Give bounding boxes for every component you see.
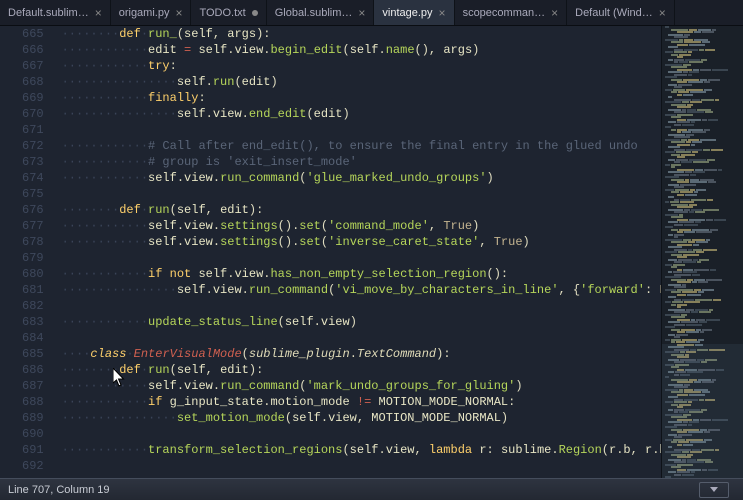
line-number: 681 [22,282,44,298]
code-line[interactable]: ················self.view.end_edit(edit) [62,106,661,122]
line-number: 670 [22,106,44,122]
minimap-viewport[interactable] [662,344,743,478]
tab-label: Global.sublim… [275,7,353,19]
line-number: 679 [22,250,44,266]
line-number: 666 [22,42,44,58]
line-number: 683 [22,314,44,330]
tab-label: vintage.py [382,7,432,19]
close-icon[interactable]: × [95,6,102,20]
tab-label: Default (Wind… [575,7,653,19]
tab-label: origami.py [119,7,170,19]
line-number: 665 [22,26,44,42]
line-number: 689 [22,410,44,426]
close-icon[interactable]: × [439,6,446,20]
tab-4[interactable]: vintage.py × [374,0,454,25]
line-number: 692 [22,458,44,474]
tab-6[interactable]: Default (Wind… × [567,0,675,25]
status-bar: Line 707, Column 19 [0,478,743,500]
line-number: 685 [22,346,44,362]
code-line[interactable]: ············transform_selection_regions(… [62,442,661,458]
code-line[interactable] [62,426,661,442]
line-number: 668 [22,74,44,90]
line-number: 669 [22,90,44,106]
code-line[interactable]: ············finally: [62,90,661,106]
tab-label: TODO.txt [199,7,245,19]
line-number: 671 [22,122,44,138]
code-line[interactable]: ················self.view.run_command('v… [62,282,661,298]
close-icon[interactable]: × [659,6,666,20]
editor-area: 6656666676686696706716726736746756766776… [0,26,743,478]
code-line[interactable]: ········def·run(self, edit): [62,362,661,378]
code-line[interactable]: ············# group is 'exit_insert_mode… [62,154,661,170]
line-number: 672 [22,138,44,154]
code-line[interactable]: ········def·run(self, edit): [62,202,661,218]
line-number: 682 [22,298,44,314]
code-line[interactable]: ············self.view.run_command('mark_… [62,378,661,394]
tab-5[interactable]: scopecomman… × [455,0,568,25]
line-number: 680 [22,266,44,282]
line-number: 677 [22,218,44,234]
line-number: 690 [22,426,44,442]
code-line[interactable] [62,186,661,202]
line-number: 686 [22,362,44,378]
code-line[interactable] [62,122,661,138]
close-icon[interactable]: × [551,6,558,20]
line-number: 676 [22,202,44,218]
code-line[interactable]: ············if not self.view.has_non_emp… [62,266,661,282]
line-gutter: 6656666676686696706716726736746756766776… [0,26,62,478]
line-number: 678 [22,234,44,250]
code-line[interactable]: ············# Call after end_edit(), to … [62,138,661,154]
line-number: 684 [22,330,44,346]
close-icon[interactable]: × [358,6,365,20]
tab-label: scopecomman… [463,7,546,19]
dirty-indicator-icon [252,10,258,16]
code-line[interactable]: ············self.view.settings().set('co… [62,218,661,234]
tab-bar: Default.sublim… × origami.py × TODO.txt Globa… [0,0,743,26]
line-number: 691 [22,442,44,458]
close-icon[interactable]: × [175,6,182,20]
code-line[interactable]: ············edit = self.view.begin_edit(… [62,42,661,58]
line-number: 687 [22,378,44,394]
code-line[interactable]: ········def·run_(self, args): [62,26,661,42]
line-number: 675 [22,186,44,202]
code-line[interactable]: ············self.view.run_command('glue_… [62,170,661,186]
tab-label: Default.sublim… [8,7,89,19]
code-line[interactable]: ····class·EnterVisualMode(sublime_plugin… [62,346,661,362]
tab-0[interactable]: Default.sublim… × [0,0,111,25]
line-number: 688 [22,394,44,410]
status-position: Line 707, Column 19 [8,484,110,496]
line-number: 667 [22,58,44,74]
minimap[interactable] [661,26,743,478]
tab-2[interactable]: TODO.txt [191,0,266,25]
code-line[interactable] [62,250,661,266]
code-line[interactable]: ················self.run(edit) [62,74,661,90]
code-line[interactable]: ············update_status_line(self.view… [62,314,661,330]
code-line[interactable]: ················set_motion_mode(self.vie… [62,410,661,426]
status-dropdown[interactable] [699,482,729,498]
code-line[interactable] [62,330,661,346]
tab-3[interactable]: Global.sublim… × [267,0,375,25]
tab-1[interactable]: origami.py × [111,0,192,25]
code-line[interactable] [62,298,661,314]
code-line[interactable]: ············try: [62,58,661,74]
line-number: 674 [22,170,44,186]
code-line[interactable]: ············self.view.settings().set('in… [62,234,661,250]
line-number: 673 [22,154,44,170]
code-line[interactable]: ············if g_input_state.motion_mode… [62,394,661,410]
code-view[interactable]: ········def·run_(self, args):···········… [62,26,661,478]
